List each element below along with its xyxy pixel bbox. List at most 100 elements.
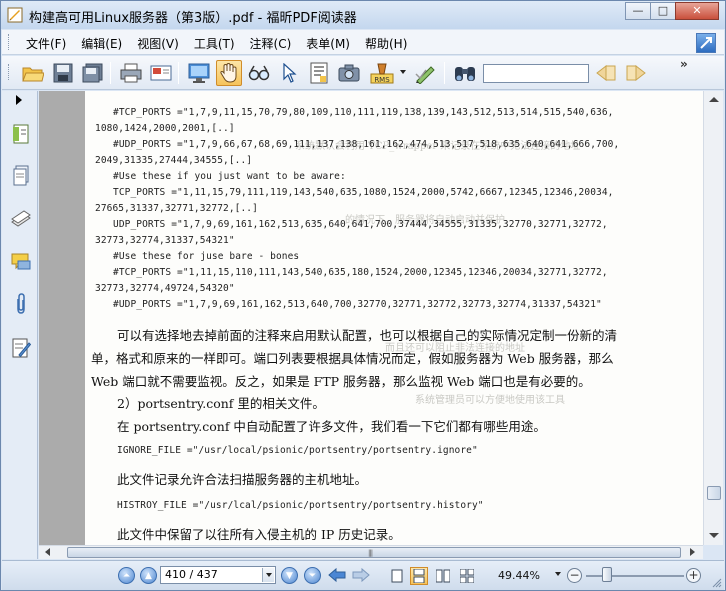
pdf-page: 系统默认会利用 TCP_wrapper 来记录在系统中无法连接的地址 的情况下，…: [85, 91, 703, 545]
comments-icon[interactable]: [10, 251, 32, 273]
hand-tool-icon[interactable]: [216, 60, 242, 86]
code-line: 1080,1424,2000,2001,[..]: [95, 123, 235, 134]
toolbar-separator: [444, 62, 445, 84]
zoom-slider-knob[interactable]: [602, 567, 612, 582]
code-line: UDP_PORTS ="1,7,9,69,161,162,513,635,640…: [113, 219, 608, 230]
attachments-paperclip-icon[interactable]: [10, 293, 32, 315]
horizontal-scroll-thumb[interactable]: |||: [67, 547, 681, 558]
expand-sidebar-icon[interactable]: [16, 95, 22, 105]
pages-thumbnail-icon[interactable]: [10, 165, 32, 187]
menu-file[interactable]: 文件(F): [26, 35, 66, 52]
menu-comment[interactable]: 注释(C): [250, 35, 292, 52]
menu-items: 文件(F) 编辑(E) 视图(V) 工具(T) 注释(C) 表单(M) 帮助(H…: [26, 35, 422, 52]
resize-grip-icon[interactable]: [712, 578, 722, 588]
menu-help[interactable]: 帮助(H): [365, 35, 407, 52]
first-page-icon[interactable]: ⏶: [118, 567, 135, 584]
code-line: #Use these for juse bare - bones: [113, 251, 300, 262]
menu-tools[interactable]: 工具(T): [194, 35, 235, 52]
save-as-icon[interactable]: [80, 60, 106, 86]
zoom-in-icon[interactable]: +: [686, 568, 701, 583]
window-title: 构建高可用Linux服务器（第3版）.pdf - 福昕PDF阅读器: [29, 11, 357, 26]
bleed-through-text: 系统管理员可以方便地使用该工具: [415, 395, 565, 406]
binoculars-icon[interactable]: [452, 60, 478, 86]
select-cursor-icon[interactable]: [276, 60, 302, 86]
minimize-button[interactable]: —: [625, 2, 651, 20]
continuous-view-icon[interactable]: [410, 567, 428, 585]
code-line: #UDP_PORTS ="1,7,9,69,161,162,513,640,70…: [113, 299, 602, 310]
rms-stamp-icon[interactable]: RMS: [368, 60, 398, 86]
fullscreen-icon[interactable]: [696, 33, 716, 53]
single-page-view-icon[interactable]: [388, 567, 406, 585]
zoom-slider-track[interactable]: [586, 575, 684, 577]
section-heading: 2）portsentry.conf 里的相关文件。: [117, 396, 325, 411]
vertical-scrollbar[interactable]: [703, 91, 723, 545]
code-line: HISTROY_FILE ="/usr/lcal/psionic/portsen…: [117, 500, 484, 511]
sign-pen-icon[interactable]: [412, 60, 438, 86]
previous-page-icon[interactable]: ▲: [140, 567, 157, 584]
close-button[interactable]: ✕: [675, 2, 719, 20]
scroll-grip-icon: |||: [368, 549, 373, 557]
title-bar: 构建高可用Linux服务器（第3版）.pdf - 福昕PDF阅读器 — □ ✕: [1, 1, 725, 29]
maximize-button[interactable]: □: [650, 2, 676, 20]
facing-view-icon[interactable]: [434, 567, 452, 585]
snapshot-monitor-icon[interactable]: [186, 60, 212, 86]
code-line: #TCP_PORTS ="1,7,9,11,15,70,79,80,109,11…: [113, 107, 614, 118]
next-page-icon[interactable]: ▼: [281, 567, 298, 584]
status-bar: ⏶ ▲ 410 / 437 ▼ ⏷ 49.44% − +: [2, 560, 724, 590]
zoom-dropdown-icon[interactable]: [555, 572, 561, 576]
toolbar: RMS »: [2, 56, 724, 90]
menu-bar: 文件(F) 编辑(E) 视图(V) 工具(T) 注释(C) 表单(M) 帮助(H…: [2, 30, 724, 55]
code-line: 27665,31337,32771,32772,[..]: [95, 203, 258, 214]
code-line: #Use these if you just want to be aware:: [113, 171, 346, 182]
horizontal-scrollbar[interactable]: |||: [39, 545, 703, 559]
find-next-icon[interactable]: [623, 60, 649, 86]
navigation-sidebar: [2, 91, 38, 559]
layers-icon[interactable]: [10, 209, 32, 231]
scroll-up-arrow-icon[interactable]: [709, 97, 719, 102]
go-back-icon[interactable]: [328, 567, 346, 586]
body-paragraph-line: 此文件记录允许合法扫描服务器的主机地址。: [117, 472, 368, 487]
rms-dropdown-arrow[interactable]: [400, 70, 406, 74]
print-icon[interactable]: [118, 60, 144, 86]
page-dropdown-icon[interactable]: [262, 568, 274, 582]
menu-view[interactable]: 视图(V): [137, 35, 179, 52]
toolbar-overflow-chevron[interactable]: »: [680, 57, 688, 71]
foxit-app-icon: [7, 7, 23, 23]
toolbar-separator: [178, 62, 179, 84]
menu-edit[interactable]: 编辑(E): [81, 35, 122, 52]
signatures-icon[interactable]: [10, 337, 32, 359]
camera-icon[interactable]: [336, 60, 362, 86]
scroll-down-arrow-icon[interactable]: [709, 533, 719, 538]
last-page-icon[interactable]: ⏷: [304, 567, 321, 584]
scroll-left-arrow-icon[interactable]: [45, 548, 50, 556]
app-window: 构建高可用Linux服务器（第3版）.pdf - 福昕PDF阅读器 — □ ✕ …: [0, 0, 726, 591]
code-line: #UDP_PORTS ="1,7,9,66,67,68,69,111,137,1…: [113, 139, 620, 150]
bookmarks-icon[interactable]: [10, 123, 32, 145]
save-icon[interactable]: [50, 60, 76, 86]
page-number-field[interactable]: 410 / 437: [160, 566, 276, 584]
code-line: 32773,32774,31337,54321": [95, 235, 235, 246]
menubar-grip[interactable]: [8, 34, 11, 50]
body-paragraph-line: 单，格式和原来的一样即可。端口列表要根据具体情况而定，假如服务器为 Web 服务…: [91, 351, 614, 366]
code-line: 32773,32774,49724,54320": [95, 283, 235, 294]
menu-form[interactable]: 表单(M): [306, 35, 350, 52]
go-forward-icon[interactable]: [352, 567, 370, 586]
continuous-facing-view-icon[interactable]: [458, 567, 476, 585]
email-icon[interactable]: [148, 60, 174, 86]
zoom-glasses-icon[interactable]: [246, 60, 272, 86]
code-line: #TCP_PORTS ="1,11,15,110,111,143,540,635…: [113, 267, 608, 278]
scroll-right-arrow-icon[interactable]: [690, 548, 695, 556]
select-text-icon[interactable]: [306, 60, 332, 86]
toolbar-grip[interactable]: [8, 64, 11, 80]
zoom-level[interactable]: 49.44%: [498, 569, 540, 582]
find-previous-icon[interactable]: [593, 60, 619, 86]
code-line: IGNORE_FILE ="/usr/local/psionic/portsen…: [117, 445, 478, 456]
code-line: TCP_PORTS ="1,11,15,79,111,119,143,540,6…: [113, 187, 614, 198]
window-controls: — □ ✕: [625, 2, 719, 20]
body-paragraph-line: Web 端口就不需要监视。反之，如果是 FTP 服务器，那么监视 Web 端口也…: [91, 374, 591, 389]
document-viewport[interactable]: 系统默认会利用 TCP_wrapper 来记录在系统中无法连接的地址 的情况下，…: [39, 91, 703, 545]
search-input[interactable]: [483, 64, 589, 83]
open-folder-icon[interactable]: [20, 60, 46, 86]
zoom-out-icon[interactable]: −: [567, 568, 582, 583]
vertical-scroll-thumb[interactable]: [707, 486, 721, 500]
